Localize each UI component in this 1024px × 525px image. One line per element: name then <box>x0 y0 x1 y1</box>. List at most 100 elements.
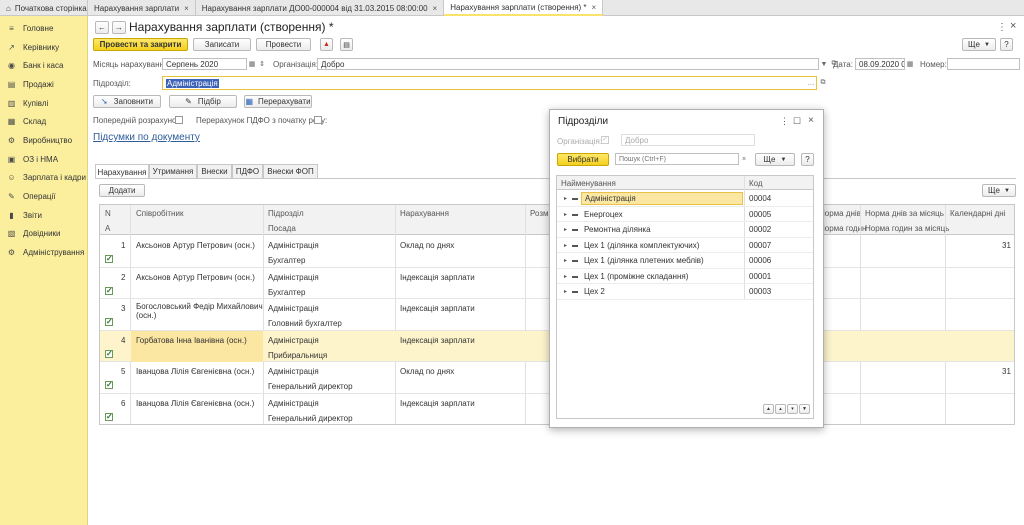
tab-home[interactable]: ⌂ Початкова сторінка <box>0 0 88 16</box>
scroll-bottom-icon[interactable]: ▼ <box>799 404 810 414</box>
col-code[interactable]: Код <box>749 179 763 188</box>
row-active-checkbox[interactable]: ✓ <box>105 286 113 295</box>
row-active-checkbox[interactable]: ✓ <box>105 381 113 389</box>
more-button[interactable]: Ще ▼ <box>962 38 996 51</box>
expand-icon[interactable]: ▸ <box>564 242 567 249</box>
tab-payroll-create[interactable]: Нарахування зарплати (створення) * × <box>444 0 604 16</box>
more-dots-icon[interactable]: … <box>806 77 816 89</box>
list-item[interactable]: ▸ Цех 1 (ділянка комплектуючих) 00007 <box>557 238 813 253</box>
dialog-org-checkbox[interactable]: ✓ <box>601 136 609 144</box>
more-dots-icon[interactable]: ⋮ <box>780 116 789 127</box>
list-item[interactable]: ▸ Енергоцех 00005 <box>557 207 813 222</box>
expand-icon[interactable]: ▸ <box>564 195 567 202</box>
chevron-down-icon[interactable]: ▼ <box>819 58 829 70</box>
calendar-icon[interactable]: ▦ <box>905 58 915 70</box>
sidebar-item-bank[interactable]: ◉ Банк і каса <box>0 56 87 75</box>
col-accrual[interactable]: Нарахування <box>400 209 449 218</box>
tab-contributions[interactable]: Внески <box>197 164 232 178</box>
sidebar-item-reports[interactable]: ▮ Звіти <box>0 206 87 225</box>
col-norm-days-month[interactable]: Норма днів за місяць <box>865 209 944 218</box>
prelim-checkbox[interactable] <box>175 116 183 124</box>
clear-search-icon[interactable]: × <box>739 153 749 165</box>
scroll-up-icon[interactable]: ▴ <box>775 404 786 414</box>
grid-more-button[interactable]: Ще ▼ <box>982 184 1016 197</box>
row-active-checkbox[interactable]: ✓ <box>105 412 113 421</box>
row-active-checkbox[interactable]: ✓ <box>105 349 113 358</box>
col-calendar-days[interactable]: Календарні дні <box>950 209 1006 218</box>
tab-payroll-list[interactable]: Нарахування зарплати × <box>88 0 196 16</box>
tab-pdfo[interactable]: ПДФО <box>232 164 263 178</box>
list-item[interactable]: ▸ Цех 2 00003 <box>557 284 813 300</box>
sidebar-item-main[interactable]: ≡ Головне <box>0 19 87 38</box>
sidebar-item-assets[interactable]: ▣ ОЗ і НМА <box>0 150 87 169</box>
recalculate-button[interactable]: ▦ Перерахувати <box>244 95 312 108</box>
list-item[interactable]: ▸ Цех 1 (ділянка плетених меблів) 00006 <box>557 253 813 269</box>
month-field[interactable]: Серпень 2020 <box>162 58 247 70</box>
sidebar-item-sales[interactable]: ▤ Продажі <box>0 75 87 94</box>
row-active-checkbox[interactable]: ✓ <box>105 318 113 326</box>
more-dots-icon[interactable]: ⋮ <box>997 22 1007 33</box>
col-n[interactable]: N <box>105 209 111 218</box>
fill-button[interactable]: ➘ Заповнити <box>93 95 161 108</box>
list-item[interactable]: ▸ Ремонтна ділянка 00002 <box>557 222 813 238</box>
division-field[interactable]: Адміністрація <box>162 76 817 90</box>
sidebar-item-operations[interactable]: ✎ Операції <box>0 187 87 206</box>
maximize-icon[interactable]: ☐ <box>793 116 801 127</box>
sidebar-item-purchases[interactable]: ▥ Купівлі <box>0 94 87 113</box>
expand-icon[interactable]: ▸ <box>564 273 567 280</box>
scroll-down-icon[interactable]: ▾ <box>787 404 798 414</box>
tab-deductions[interactable]: Утримання <box>149 164 197 178</box>
forward-button[interactable]: → <box>112 21 126 34</box>
number-field[interactable] <box>947 58 1020 70</box>
pick-button[interactable]: ✎ Підбір <box>169 95 237 108</box>
back-button[interactable]: ← <box>95 21 109 34</box>
sidebar-item-payroll[interactable]: ☺ Зарплата і кадри <box>0 169 87 188</box>
col-name[interactable]: Найменування <box>561 179 616 188</box>
col-employee[interactable]: Співробітник <box>136 209 183 218</box>
help-button[interactable]: ? <box>1000 38 1013 51</box>
sidebar-item-admin[interactable]: ⚙ Адміністрування <box>0 243 87 262</box>
close-icon[interactable]: × <box>184 4 189 13</box>
expand-icon[interactable]: ▸ <box>564 226 567 233</box>
save-button[interactable]: Записати <box>193 38 251 51</box>
dialog-org-field[interactable]: Добро <box>621 134 755 146</box>
movements-icon[interactable]: ▲ <box>320 38 333 51</box>
col-norm-hours-month[interactable]: Норма годин за місяць <box>865 224 949 233</box>
post-and-close-button[interactable]: Провести та закрити <box>93 38 188 51</box>
add-row-button[interactable]: Додати <box>99 184 145 197</box>
sidebar-item-warehouse[interactable]: ▦ Склад <box>0 112 87 131</box>
expand-icon[interactable]: ▸ <box>564 288 567 295</box>
select-button[interactable]: Вибрати <box>557 153 609 166</box>
list-item-selected[interactable]: ▸ Адміністрація 00004 <box>557 191 813 207</box>
org-field[interactable]: Добро <box>317 58 819 70</box>
open-link-icon[interactable]: ⧉ <box>818 77 828 89</box>
sidebar-item-production[interactable]: ⚙ Виробництво <box>0 131 87 150</box>
expand-icon[interactable]: ▸ <box>564 211 567 218</box>
tab-accruals[interactable]: Нарахування <box>95 164 149 179</box>
dialog-help-button[interactable]: ? <box>801 153 814 166</box>
col-division[interactable]: Підрозділ <box>268 209 304 218</box>
dialog-more-button[interactable]: Ще ▼ <box>755 153 795 166</box>
search-input[interactable] <box>615 153 739 165</box>
pdfo-checkbox[interactable] <box>314 116 322 124</box>
expand-icon[interactable]: ▸ <box>564 257 567 264</box>
row-active-checkbox[interactable]: ✓ <box>105 255 113 263</box>
close-icon[interactable]: × <box>592 3 597 12</box>
close-icon[interactable]: × <box>1010 20 1016 32</box>
sidebar-item-directories[interactable]: ▧ Довідники <box>0 225 87 244</box>
col-position[interactable]: Посада <box>268 224 296 233</box>
calendar-icon[interactable]: ▦ <box>247 58 257 70</box>
scroll-top-icon[interactable]: ▲ <box>763 404 774 414</box>
print-icon[interactable]: ▤ <box>340 38 353 51</box>
list-item[interactable]: ▸ Цех 1 (проміжне складання) 00001 <box>557 269 813 284</box>
post-button[interactable]: Провести <box>256 38 311 51</box>
sidebar-item-manager[interactable]: ↗ Керівнику <box>0 38 87 57</box>
close-icon[interactable]: × <box>808 115 814 126</box>
col-norm-days[interactable]: Норма днів <box>819 209 861 218</box>
col-a[interactable]: А <box>105 224 110 233</box>
col-size[interactable]: Розмі <box>530 209 550 218</box>
tab-payroll-doc[interactable]: Нарахування зарплати ДО00-000004 від 31.… <box>196 0 445 16</box>
date-field[interactable]: 08.09.2020 0... <box>855 58 905 70</box>
month-stepper[interactable]: ⇕ <box>257 58 267 70</box>
tab-contributions-fop[interactable]: Внески ФОП <box>263 164 318 178</box>
